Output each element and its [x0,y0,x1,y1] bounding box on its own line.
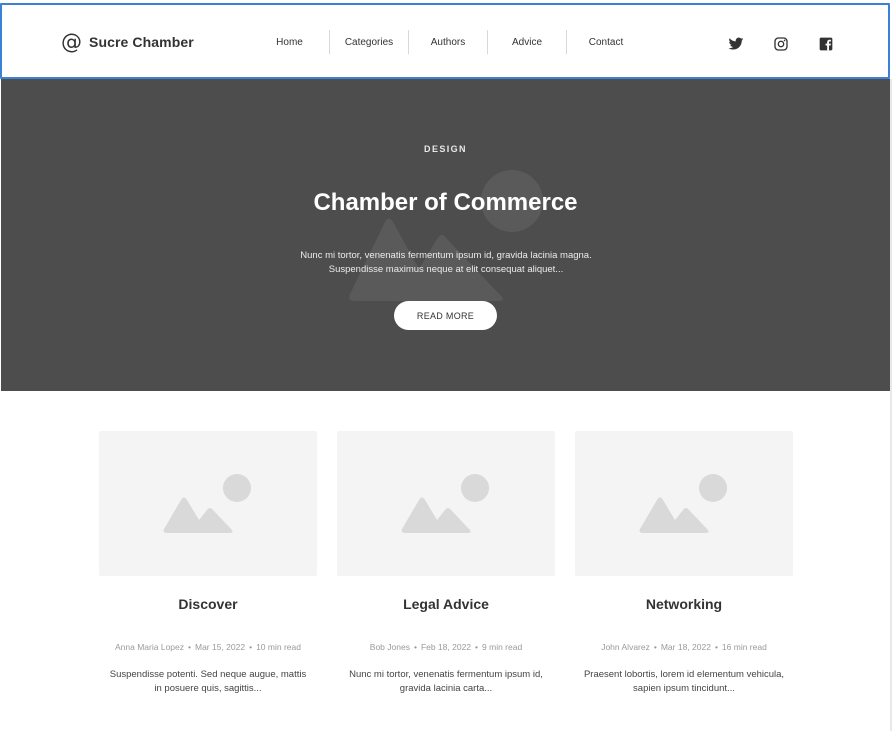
read-more-button[interactable]: READ MORE [394,301,497,330]
separator-dot: • [653,642,657,652]
card-read-time: 9 min read [482,642,523,652]
card-read-time: 16 min read [721,642,767,652]
social-links [728,36,834,52]
card-title[interactable]: Legal Advice [337,596,555,612]
image-placeholder-icon [349,170,543,301]
nav-authors[interactable]: Authors [408,30,487,54]
card-title[interactable]: Networking [575,596,793,612]
card-excerpt: Praesent lobortis, lorem id elementum ve… [583,669,785,694]
card-date: Mar 15, 2022 [195,642,246,652]
facebook-icon[interactable] [818,36,834,52]
card-meta: Anna Maria Lopez • Mar 15, 2022 • 10 min rea… [99,642,317,652]
at-sign-icon: @ [61,30,82,54]
main-nav: Home Categories Authors Advice Contact [250,30,645,54]
hero-title: Chamber of Commerce [313,189,578,216]
hero-banner: DESIGN Chamber of Commerce Nunc mi torto… [1,79,890,391]
card-date: Feb 18, 2022 [420,642,472,652]
card-date: Mar 18, 2022 [660,642,711,652]
brand-name: Sucre Chamber [89,34,194,50]
separator-dot: • [714,642,718,652]
image-placeholder-icon [401,473,489,533]
instagram-icon[interactable] [773,36,789,52]
article-card[interactable]: Legal Advice Bob Jones • Feb 18, 2022 • 9 mi… [337,431,555,696]
card-read-time: 10 min read [256,642,301,652]
image-placeholder-icon [639,473,727,533]
twitter-icon[interactable] [728,36,744,52]
hero-description: Nunc mi tortor, venenatis fermentum ipsu… [300,250,592,275]
hero-category: DESIGN [424,144,467,154]
separator-dot: • [188,642,191,652]
card-excerpt: Suspendisse potenti. Sed neque augue, ma… [109,669,307,694]
brand-logo[interactable]: @ Sucre Chamber [61,30,194,54]
card-author[interactable]: John Alvarez [601,642,650,652]
separator-dot: • [475,642,479,652]
card-image[interactable] [99,431,317,576]
card-title[interactable]: Discover [99,596,317,612]
article-card[interactable]: Discover Anna Maria Lopez • Mar 15, 2022 • 1… [99,431,317,696]
card-image[interactable] [337,431,555,576]
nav-contact[interactable]: Contact [566,30,645,54]
article-card[interactable]: Networking John Alvarez • Mar 18, 2022 • 16 … [575,431,793,696]
card-author[interactable]: Bob Jones [370,642,410,652]
site-header: @ Sucre Chamber Home Categories Authors … [0,3,890,79]
page: @ Sucre Chamber Home Categories Authors … [0,0,892,731]
card-meta: Bob Jones • Feb 18, 2022 • 9 min read [337,642,555,652]
card-excerpt: Nunc mi tortor, venenatis fermentum ipsu… [349,669,543,694]
nav-categories[interactable]: Categories [329,30,408,54]
card-image[interactable] [575,431,793,576]
nav-advice[interactable]: Advice [487,30,566,54]
separator-dot: • [413,642,417,652]
nav-home[interactable]: Home [250,30,329,54]
image-placeholder-icon [163,473,251,533]
separator-dot: • [249,642,253,652]
card-author[interactable]: Anna Maria Lopez [115,642,184,652]
card-meta: John Alvarez • Mar 18, 2022 • 16 min read [575,642,793,652]
